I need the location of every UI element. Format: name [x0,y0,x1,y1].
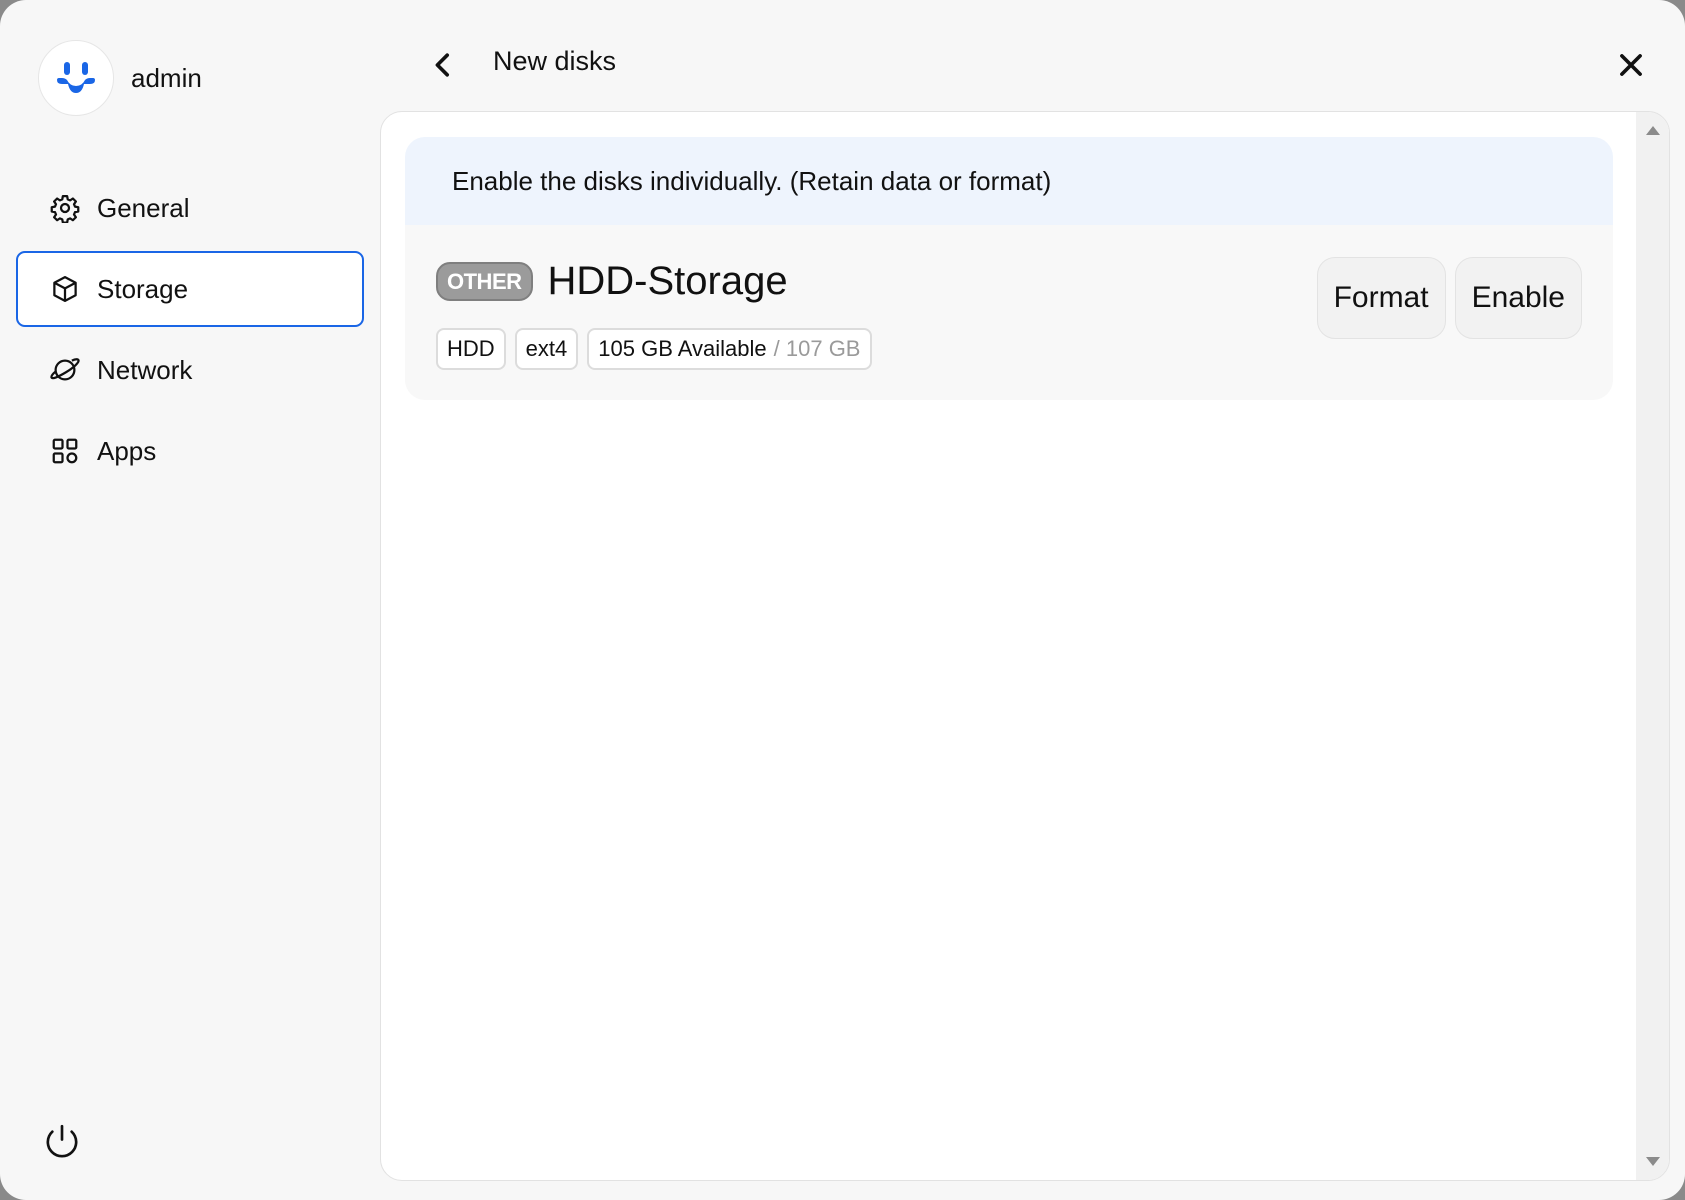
available-space: 105 GB Available [598,336,767,361]
scroll-up-arrow-icon[interactable] [1646,126,1660,135]
planet-icon [50,355,80,385]
total-space: / 107 GB [773,336,861,361]
disk-header: OTHER HDD-Storage [436,259,788,304]
power-icon [46,1124,78,1158]
sidebar-item-storage[interactable]: Storage [16,251,364,327]
sidebar-item-label: General [97,192,190,223]
disk-media-tag: HDD [436,328,506,370]
filesystem-tag: ext4 [514,328,579,370]
disk-card: OTHER HDD-Storage HDD ext4 105 GB Availa… [405,225,1613,400]
gear-icon [50,193,80,223]
capacity-tag: 105 GB Available / 107 GB [587,328,872,370]
back-button[interactable] [428,48,458,82]
settings-window: admin General Storage Network Apps New d… [0,0,1685,1200]
close-icon [1620,54,1642,76]
avatar[interactable] [38,40,114,116]
disk-tags: HDD ext4 105 GB Available / 107 GB [436,328,881,370]
notice-banner: Enable the disks individually. (Retain d… [405,137,1613,225]
scroll-down-arrow-icon[interactable] [1646,1157,1660,1166]
username: admin [131,62,202,93]
content-panel: Enable the disks individually. (Retain d… [380,111,1670,1181]
disk-type-badge: OTHER [436,262,533,301]
box-icon [50,274,80,304]
chevron-left-icon [435,53,450,77]
smiley-logo-icon [57,62,95,93]
disk-name: HDD-Storage [547,259,788,303]
power-button[interactable] [42,1122,82,1162]
sidebar-item-general[interactable]: General [16,170,364,246]
sidebar-nav: General Storage Network Apps [16,170,364,494]
disk-actions: Format Enable [1308,257,1582,339]
page-title: New disks [493,46,617,76]
enable-button[interactable]: Enable [1454,257,1582,339]
sidebar-item-network[interactable]: Network [16,332,364,408]
grid-icon [50,436,80,466]
sidebar-item-label: Storage [97,273,189,304]
close-button[interactable] [1614,48,1648,82]
sidebar-item-label: Apps [97,435,157,466]
sidebar-item-label: Network [97,354,193,385]
scrollbar[interactable] [1636,112,1669,1180]
sidebar: admin General Storage Network Apps [0,0,380,1200]
user-profile[interactable]: admin [38,40,202,116]
sidebar-item-apps[interactable]: Apps [16,413,364,489]
format-button[interactable]: Format [1316,257,1446,339]
